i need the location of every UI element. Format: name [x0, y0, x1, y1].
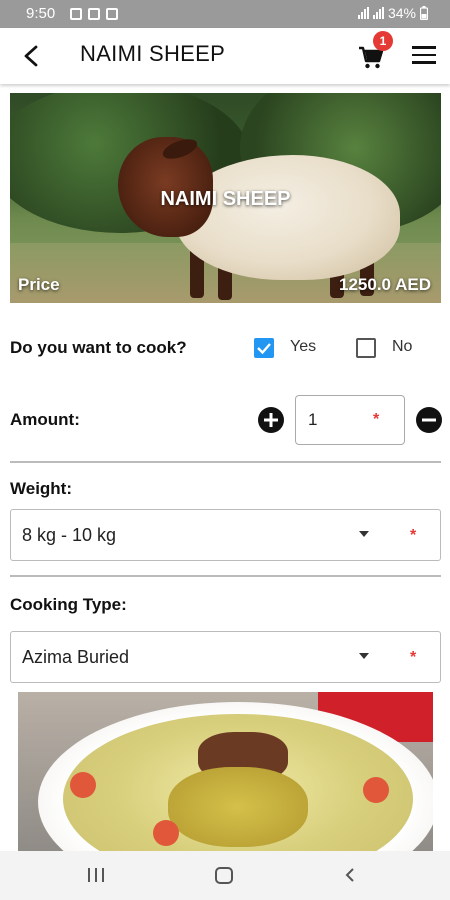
status-notification-icons	[70, 8, 118, 20]
product-hero-image: NAIMI SHEEP Price 1250.0 AED	[10, 93, 441, 303]
increase-amount-button[interactable]	[258, 407, 284, 433]
price-label: Price	[18, 275, 60, 294]
check-icon	[257, 343, 271, 355]
status-bar: 9:50 34%	[0, 0, 450, 28]
signal-icon	[357, 7, 369, 19]
divider	[10, 575, 441, 577]
hero-title: NAIMI SHEEP	[160, 188, 291, 210]
signal-icon-2	[372, 7, 384, 19]
required-mark: *	[410, 649, 417, 666]
dropdown-arrow-icon	[359, 653, 369, 659]
menu-icon[interactable]	[412, 46, 436, 66]
yes-label: Yes	[290, 338, 317, 355]
no-checkbox[interactable]	[356, 338, 376, 358]
minus-icon	[422, 418, 436, 422]
battery-icon	[420, 6, 428, 20]
app-bar: NAIMI SHEEP 1	[0, 28, 450, 84]
no-label: No	[392, 338, 413, 355]
back-arrow-icon[interactable]	[18, 42, 46, 70]
weight-dropdown[interactable]: 8 kg - 10 kg *	[10, 509, 441, 561]
system-back-icon[interactable]	[343, 867, 357, 883]
required-mark: *	[410, 527, 417, 544]
weight-selected-value: 8 kg - 10 kg	[22, 525, 117, 545]
cook-question-label: Do you want to cook?	[10, 338, 187, 357]
cooking-type-image	[18, 692, 433, 852]
amount-label: Amount:	[10, 410, 80, 429]
gallery-notification-icon	[88, 8, 100, 20]
cart-count-badge[interactable]: 1	[373, 31, 393, 51]
price-value: 1250.0 AED	[339, 275, 431, 294]
cooking-type-selected-value: Azima Buried	[22, 647, 130, 667]
image-notification-icon	[70, 8, 82, 20]
plus-icon	[264, 413, 278, 427]
battery-percent: 34%	[387, 5, 416, 21]
status-right: 34%	[357, 5, 428, 21]
system-nav-bar	[0, 851, 450, 900]
yes-checkbox[interactable]	[254, 338, 274, 358]
cooking-type-label: Cooking Type:	[10, 595, 127, 614]
home-icon[interactable]	[215, 867, 233, 884]
decrease-amount-button[interactable]	[416, 407, 442, 433]
dropdown-arrow-icon	[359, 531, 369, 537]
amount-value: 1	[308, 410, 318, 429]
required-mark: *	[373, 411, 380, 428]
weight-label: Weight:	[10, 479, 73, 498]
amount-input[interactable]: 1 *	[295, 395, 405, 445]
mail-notification-icon	[106, 8, 118, 20]
page-title: NAIMI SHEEP	[80, 41, 226, 66]
status-time: 9:50	[26, 5, 56, 22]
divider	[10, 461, 441, 463]
cooking-type-dropdown[interactable]: Azima Buried *	[10, 631, 441, 683]
recent-apps-icon[interactable]	[88, 868, 104, 882]
